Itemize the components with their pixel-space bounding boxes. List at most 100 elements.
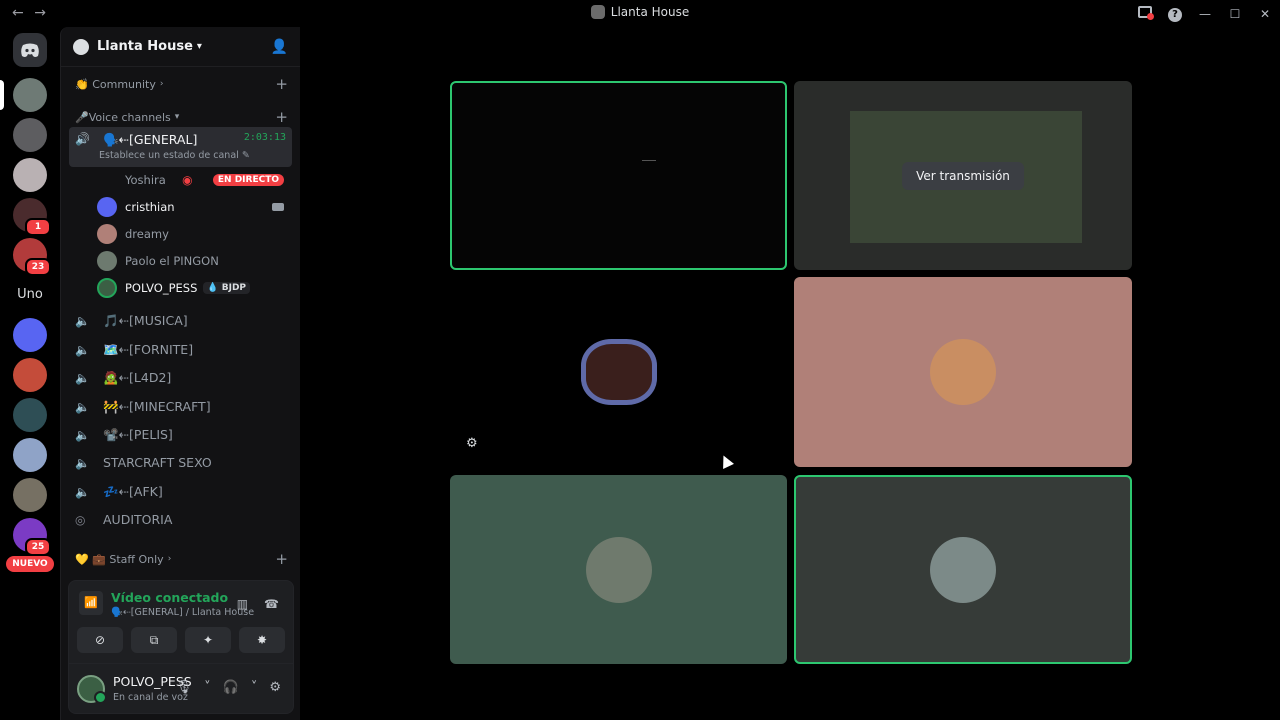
- channel-name: STARCRAFT SEXO: [103, 455, 212, 470]
- gear-icon[interactable]: ⚙: [269, 680, 281, 695]
- chevron-down-icon: ▾: [174, 112, 180, 122]
- server-icon-11[interactable]: 25: [13, 518, 51, 556]
- video-tile-yoshira[interactable]: [450, 475, 787, 664]
- user-name: Yoshira: [125, 173, 166, 187]
- soundboard-icon: ✸: [256, 633, 268, 647]
- speaker-icon: 🔈: [75, 427, 90, 442]
- voice-user-dreamy[interactable]: dreamy: [97, 222, 284, 246]
- voice-channel-musica[interactable]: 🔈 🎵⇠[MUSICA]: [69, 307, 292, 334]
- avatar: [585, 536, 652, 603]
- server-header[interactable]: Llanta House ▾ 👤: [61, 27, 300, 67]
- server-uno[interactable]: Uno: [13, 278, 47, 312]
- channel-status-hint[interactable]: Establece un estado de canal ✎: [99, 150, 250, 161]
- speaker-icon: 🔊: [75, 132, 90, 146]
- voice-user-yoshira[interactable]: Yoshira ◉ EN DIRECTO: [97, 168, 284, 192]
- speaker-icon: 🔈: [75, 342, 90, 357]
- video-frame: [642, 160, 656, 161]
- voice-channel-starcraft[interactable]: 🔈 STARCRAFT SEXO: [69, 449, 292, 476]
- server-icon-bot[interactable]: [13, 318, 47, 352]
- user-name: POLVO_PESS: [125, 281, 198, 295]
- share-screen-button[interactable]: ⧉: [131, 627, 177, 653]
- channel-name: 💤⇠[AFK]: [103, 483, 163, 499]
- voice-channel-general[interactable]: 🔊 🗣️⇠[GENERAL] 2:03:13 Establece un esta…: [69, 127, 292, 167]
- server-icon: [590, 5, 605, 19]
- stage-channel-auditoria[interactable]: ◎ AUDITORIA: [69, 506, 292, 533]
- add-member-icon[interactable]: 👤: [271, 39, 288, 55]
- voice-channel-path[interactable]: 🗣️⇠[GENERAL] / Llanta House: [111, 607, 254, 618]
- watch-stream-button[interactable]: Ver transmisión: [902, 161, 1024, 190]
- noise-suppression-icon[interactable]: ▥: [237, 597, 248, 611]
- add-channel-icon[interactable]: +: [275, 550, 288, 568]
- streaming-icon: ◉: [182, 173, 193, 187]
- camera-off-button[interactable]: ⊘: [77, 627, 123, 653]
- server-icon-4[interactable]: 1: [13, 198, 51, 236]
- clan-tag: 💧 BJDP: [203, 282, 251, 294]
- voice-channel-afk[interactable]: 🔈 💤⇠[AFK]: [69, 478, 292, 505]
- channel-name: AUDITORIA: [103, 512, 173, 527]
- avatar: [97, 224, 117, 244]
- mention-badge: 25: [25, 538, 51, 556]
- voice-channel-l4d2[interactable]: 🔈 🧟⇠[L4D2]: [69, 364, 292, 391]
- chevron-down-icon[interactable]: ˅: [251, 680, 258, 695]
- voice-user-cristhian[interactable]: cristhian: [97, 195, 284, 219]
- voice-user-polvo-pess[interactable]: POLVO_PESS 💧 BJDP: [97, 276, 284, 300]
- user-avatar[interactable]: [77, 675, 107, 704]
- server-icon-8[interactable]: [13, 398, 47, 432]
- soundboard-button[interactable]: ✸: [239, 627, 285, 653]
- close-button[interactable]: ✕: [1250, 7, 1280, 21]
- category-label: 💛 💼 Staff Only: [75, 552, 164, 566]
- chevron-right-icon: ›: [159, 79, 164, 89]
- minimize-button[interactable]: —: [1190, 7, 1220, 21]
- voice-stage: Ver transmisión ⚙: [300, 27, 1280, 720]
- user-name: cristhian: [125, 200, 175, 214]
- community-emoji-icon: 👏: [75, 77, 93, 91]
- category-label: Voice channels: [88, 110, 171, 124]
- user-name: Paolo el PINGON: [125, 254, 219, 268]
- home-button[interactable]: [13, 33, 47, 67]
- stage-icon: ◎: [75, 512, 86, 527]
- headphones-icon[interactable]: 🎧: [223, 680, 239, 695]
- maximize-button[interactable]: ☐: [1220, 7, 1250, 21]
- channel-name: 🎵⇠[MUSICA]: [103, 312, 188, 328]
- server-icon-3[interactable]: [13, 158, 47, 192]
- voice-user-paolo[interactable]: Paolo el PINGON: [97, 249, 284, 273]
- category-voice[interactable]: 🎤 Voice channels ▾ +: [75, 108, 288, 126]
- disconnect-icon[interactable]: ☎: [264, 597, 279, 611]
- server-icon-2[interactable]: [13, 118, 47, 152]
- category-community[interactable]: 👏 Community › +: [75, 75, 288, 93]
- channel-name: 🧟⇠[L4D2]: [103, 369, 172, 385]
- user-name: dreamy: [125, 227, 169, 241]
- voice-connected-label[interactable]: Vídeo conectado: [111, 590, 228, 605]
- mic-emoji-icon: 🎤: [75, 110, 89, 124]
- category-staff[interactable]: 💛 💼 Staff Only › +: [75, 550, 288, 568]
- server-icon-5[interactable]: 23: [13, 238, 51, 276]
- video-tile-dreamy[interactable]: [794, 277, 1132, 467]
- server-icon-7[interactable]: [13, 358, 47, 392]
- microphone-icon[interactable]: 🎙: [176, 680, 193, 695]
- server-icon-llanta-house[interactable]: [13, 78, 47, 112]
- video-tile-cristhian[interactable]: [450, 81, 787, 270]
- help-button[interactable]: ?: [1160, 6, 1190, 22]
- voice-channel-minecraft[interactable]: 🔈 🚧⇠[MINECRAFT]: [69, 393, 292, 420]
- speaker-icon: 🔈: [75, 399, 90, 414]
- stream-tile-yoshira[interactable]: Ver transmisión: [794, 81, 1132, 270]
- camera-off-icon: ⊘: [94, 633, 106, 647]
- voice-channel-pelis[interactable]: 🔈 📽️⇠[PELIS]: [69, 421, 292, 448]
- voice-channel-fornite[interactable]: 🔈 🗺️⇠[FORNITE]: [69, 336, 292, 363]
- channel-name: 🗺️⇠[FORNITE]: [103, 341, 194, 357]
- activities-button[interactable]: ✦: [185, 627, 231, 653]
- server-icon-9[interactable]: [13, 438, 47, 472]
- active-server-pill: [0, 80, 4, 110]
- chevron-down-icon[interactable]: ˅: [204, 680, 211, 695]
- inbox-button[interactable]: [1130, 6, 1160, 21]
- avatar: [580, 339, 657, 405]
- video-tile-paolo[interactable]: ⚙: [450, 277, 787, 467]
- add-channel-icon[interactable]: +: [275, 108, 288, 126]
- add-channel-icon[interactable]: +: [275, 75, 288, 93]
- server-icon-10[interactable]: [13, 478, 47, 512]
- avatar: [97, 197, 117, 217]
- category-label: Community: [92, 77, 156, 91]
- connection-signal-icon[interactable]: 📶: [79, 591, 103, 615]
- video-tile-polvo-pess[interactable]: [794, 475, 1132, 664]
- window-title: Llanta House: [0, 5, 1280, 19]
